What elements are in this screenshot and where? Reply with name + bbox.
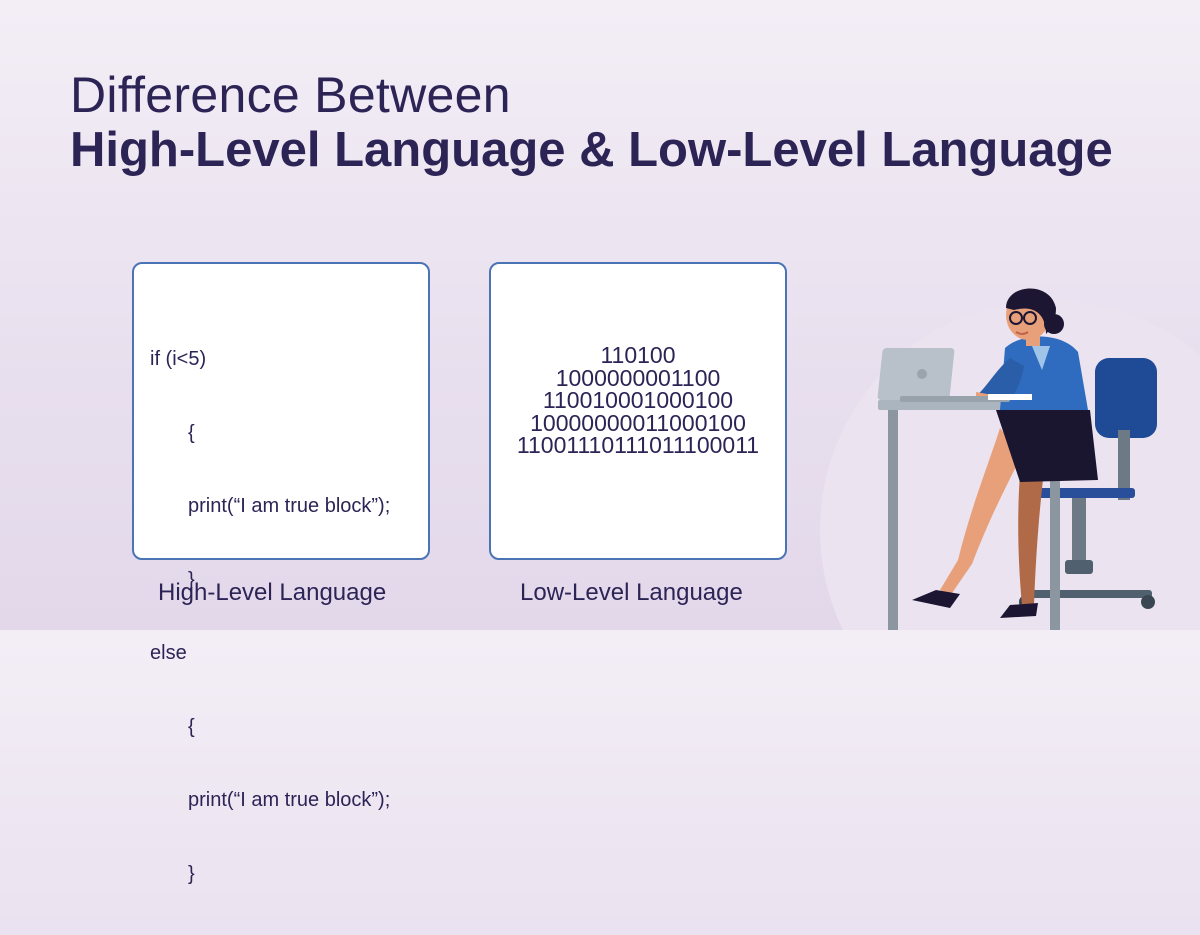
woman-working-on-laptop-illustration — [820, 288, 1200, 630]
code-line: { — [188, 715, 195, 738]
code-line: } — [188, 862, 195, 885]
code-line: print(“I am true block”); — [188, 789, 391, 811]
binary-line: 110010001000100 — [542, 387, 734, 413]
binary-line: 110100 — [600, 342, 676, 368]
high-level-code-card: if (i<5) { print(“I am true block”); } e… — [132, 262, 430, 885]
title-line-2: High-Level Language & Low-Level Language — [70, 123, 1113, 177]
paper-icon — [988, 394, 1032, 400]
code-line: { — [188, 421, 195, 444]
binary-line: 10000000011000100 — [530, 409, 746, 436]
binary-line: 11001110111011100011 — [516, 432, 760, 458]
code-line: if (i<5) — [150, 348, 207, 370]
low-level-binary-block: 110100 1000000001100 110010001000100 100… — [491, 344, 785, 457]
high-level-code-block: if (i<5) { print(“I am true block”); } e… — [150, 298, 390, 935]
low-level-caption: Low-Level Language — [520, 579, 743, 606]
title-line-1: Difference Between — [70, 67, 511, 123]
code-line: print(“I am true block”); — [188, 495, 391, 517]
binary-line: 1000000001100 — [555, 364, 721, 391]
low-level-code-card: 110100 1000000001100 110010001000100 100… — [489, 262, 787, 560]
high-level-caption: High-Level Language — [158, 579, 387, 606]
code-line: else — [150, 642, 187, 664]
